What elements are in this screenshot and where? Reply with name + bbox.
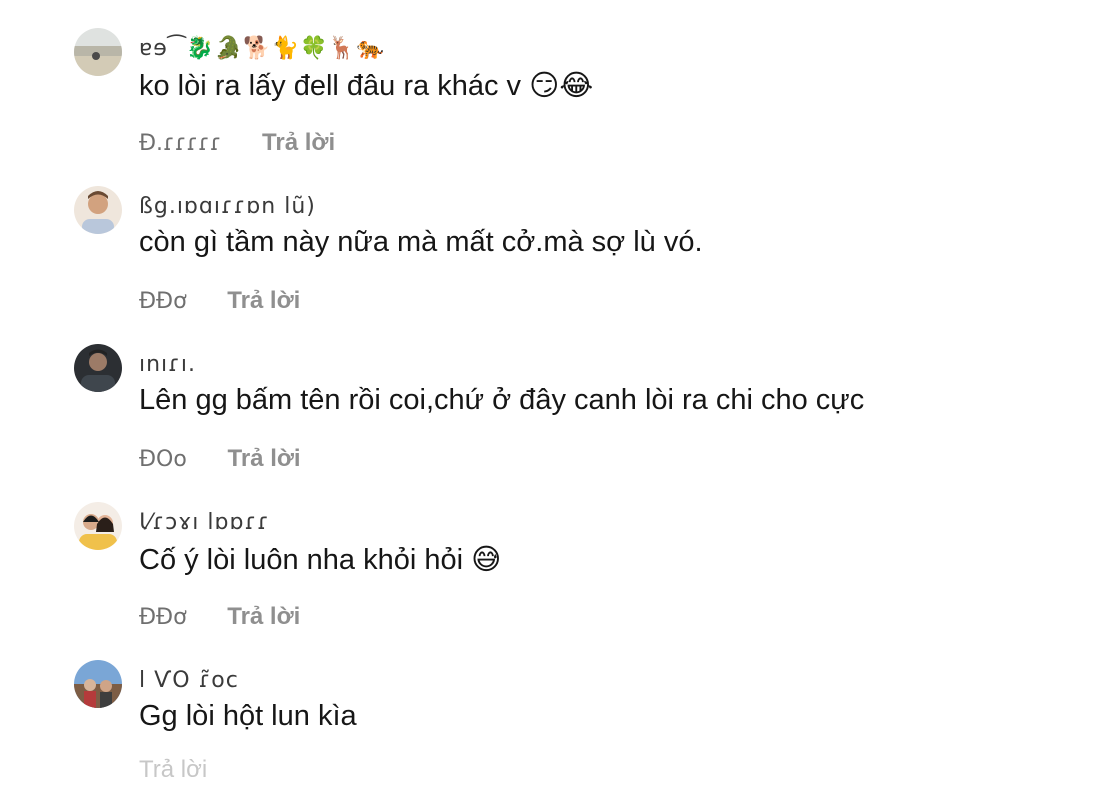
comment-username[interactable]: Ɩ⁄ɾɔɤı lɒɒɾɾ [139,510,270,535]
comment-item: ɐɘ⁀🐉🐊🐕🐈🍀🦌🐅 ko lòi ra lấy đell đâu ra khá… [74,28,1074,178]
comment-item: Ɩ⁄ɾɔɤı lɒɒɾɾ Cố ý lòi luôn nha khỏi hỏi … [74,502,1074,652]
comment-time: ĐOo [139,447,187,472]
comment-username[interactable]: ınıɾı. [139,352,196,377]
comment-username[interactable]: l ѴO ɾ̃oc [139,668,239,693]
avatar[interactable] [74,660,122,708]
comment-meta: Đ.ɾɾɾɾɾ Trả lời [139,129,335,157]
avatar[interactable] [74,186,122,234]
comment-time: Đ.ɾɾɾɾɾ [139,131,222,156]
comment-item: ßg.ıɒɑıɾɾɒn lũ) còn gì tầm này nữa mà mấ… [74,186,1074,336]
comment-username[interactable]: ɐɘ⁀🐉🐊🐕🐈🍀🦌🐅 [139,36,385,61]
avatar[interactable] [74,502,122,550]
comment-username[interactable]: ßg.ıɒɑıɾɾɒn lũ) [139,194,316,219]
reply-button[interactable]: Trả lời [227,603,300,631]
reply-button[interactable]: Trả lời [228,445,301,473]
faded-reply-footer: Trả lời [139,756,208,783]
reply-button[interactable]: Trả lời [227,287,300,315]
comment-item: ınıɾı. Lên gg bấm tên rồi coi,chứ ở đây … [74,344,1074,494]
comment-text: Cố ý lòi luôn nha khỏi hỏi 😅 [139,544,502,576]
comment-text: còn gì tầm này nữa mà mất cở.mà sợ lù vó… [139,226,703,258]
comment-text: ko lòi ra lấy đell đâu ra khác v 😏😂 [139,70,594,102]
comment-item: l ѴO ɾ̃oc Gg lòi hột lun kìa [74,660,1074,810]
comment-text: Lên gg bấm tên rồi coi,chứ ở đây canh lò… [139,384,865,416]
avatar[interactable] [74,28,122,76]
comment-text: Gg lòi hột lun kìa [139,700,357,732]
comment-meta: ĐĐơ Trả lời [139,287,300,315]
comment-meta: ĐĐơ Trả lời [139,603,300,631]
reply-button[interactable]: Trả lời [262,129,335,157]
comment-meta: ĐOo Trả lời [139,445,301,473]
avatar[interactable] [74,344,122,392]
comment-time: ĐĐơ [139,289,187,314]
comment-time: ĐĐơ [139,605,187,630]
